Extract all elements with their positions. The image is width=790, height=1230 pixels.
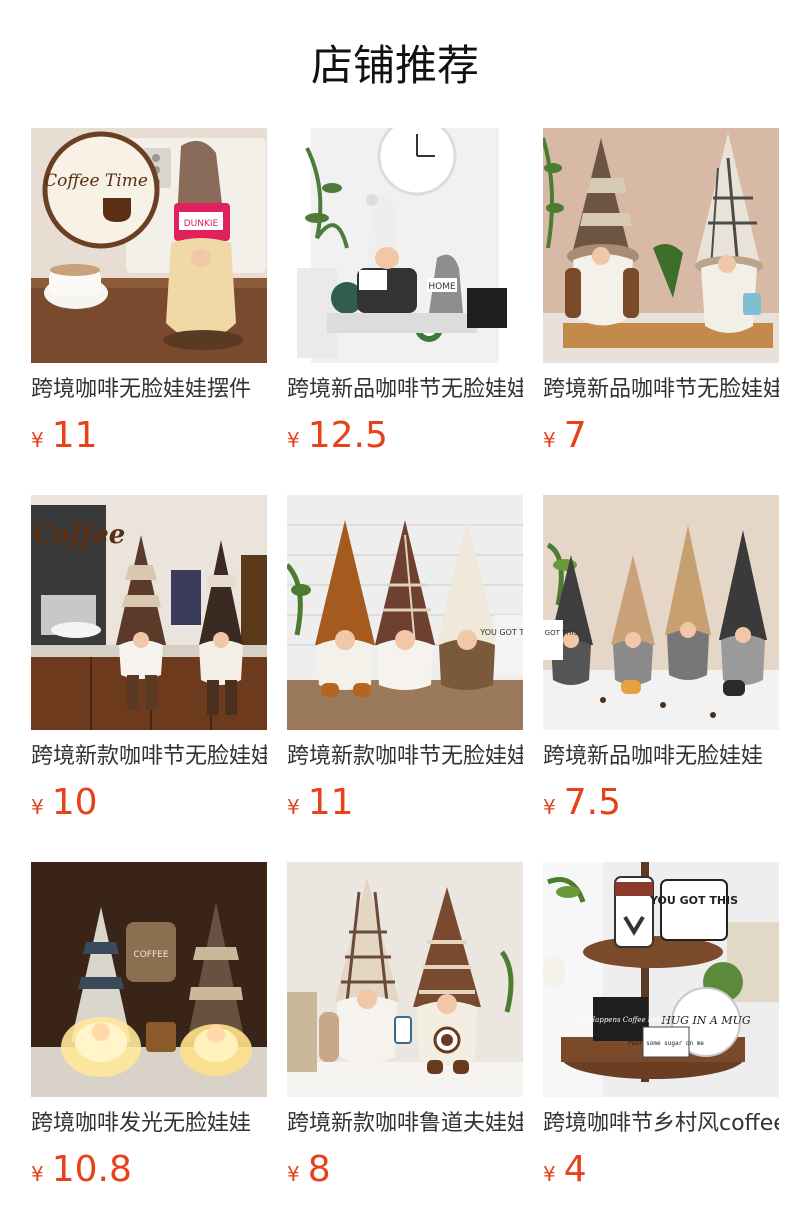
coffee-time-badge-text: Coffee Time <box>44 171 148 191</box>
product-image[interactable] <box>287 862 523 1097</box>
product-image[interactable]: YOU GOT THIS HUG IN A MUG Life Happens C… <box>543 862 779 1097</box>
product-name[interactable]: 跨境新品咖啡无脸娃娃 <box>543 742 779 772</box>
currency-symbol: ¥ <box>287 795 300 819</box>
price-value: 11 <box>51 415 98 456</box>
product-image[interactable]: COFFEE <box>31 862 267 1097</box>
price-value: 10 <box>51 782 98 823</box>
hug-mug-text: HUG IN A MUG <box>660 1014 751 1027</box>
product-price: ¥10 <box>31 782 98 824</box>
product-name[interactable]: 跨境新款咖啡节无脸娃娃 <box>31 742 267 772</box>
bottle-tag-text: DUNKIE <box>184 219 219 229</box>
currency-symbol: ¥ <box>543 1162 556 1186</box>
currency-symbol: ¥ <box>31 1162 44 1186</box>
mug-text: YOU GOT THIS <box>649 894 738 907</box>
product-price: ¥4 <box>543 1149 587 1191</box>
pour-sugar-text: Pour some sugar on me <box>628 1040 704 1047</box>
product-card[interactable]: DUNKIE Coffee Time 跨境咖啡无脸娃娃摆件 ¥11 <box>31 128 267 458</box>
product-card[interactable]: COFFEE 跨境咖啡发光无脸娃娃 ¥10.8 <box>31 862 267 1192</box>
coffee-badge-text: Coffee <box>33 520 126 550</box>
product-card[interactable]: YOU GOT THIS HUG IN A MUG Life Happens C… <box>543 862 779 1192</box>
product-name[interactable]: 跨境咖啡节乡村风coffee <box>543 1109 779 1139</box>
currency-symbol: ¥ <box>543 795 556 819</box>
product-image[interactable]: YOU GOT THIS <box>287 495 523 730</box>
product-name[interactable]: 跨境咖啡发光无脸娃娃 <box>31 1109 267 1139</box>
page-title: 店铺推荐 <box>310 41 479 90</box>
product-name[interactable]: 跨境新品咖啡节无脸娃娃 <box>287 375 523 405</box>
currency-symbol: ¥ <box>287 428 300 452</box>
product-name[interactable]: 跨境新款咖啡鲁道夫娃娃 <box>287 1109 523 1139</box>
sign-text: YOU GOT THIS <box>543 629 579 637</box>
currency-symbol: ¥ <box>31 428 44 452</box>
price-value: 7.5 <box>563 782 621 823</box>
product-card[interactable]: YOU GOT THIS 跨境新款咖啡节无脸娃娃 ¥11 <box>287 495 523 825</box>
price-value: 4 <box>563 1149 587 1190</box>
product-price: ¥12.5 <box>287 415 388 457</box>
home-tag-text: HOME <box>428 282 456 292</box>
product-name[interactable]: 跨境新品咖啡节无脸娃娃 <box>543 375 779 405</box>
product-image[interactable] <box>543 128 779 363</box>
price-value: 8 <box>307 1149 331 1190</box>
sign-text: YOU GOT THIS <box>479 628 523 637</box>
product-image[interactable]: HOME <box>287 128 523 363</box>
currency-symbol: ¥ <box>543 428 556 452</box>
life-happens-text: Life Happens Coffee helps <box>572 1016 667 1024</box>
product-price: ¥11 <box>31 415 98 457</box>
currency-symbol: ¥ <box>31 795 44 819</box>
product-image[interactable]: YOU GOT THIS <box>543 495 779 730</box>
product-price: ¥11 <box>287 782 354 824</box>
coffee-bag-text: COFFEE <box>133 950 168 960</box>
product-name[interactable]: 跨境咖啡无脸娃娃摆件 <box>31 375 267 405</box>
product-card[interactable]: YOU GOT THIS 跨境新品咖啡无脸娃娃 ¥7.5 <box>543 495 779 825</box>
price-value: 7 <box>563 415 587 456</box>
product-image[interactable]: DUNKIE Coffee Time <box>31 128 267 363</box>
product-card[interactable]: Coffee 跨境新款咖啡节无脸娃娃 ¥10 <box>31 495 267 825</box>
product-price: ¥7.5 <box>543 782 621 824</box>
product-image[interactable]: Coffee <box>31 495 267 730</box>
price-value: 10.8 <box>51 1149 132 1190</box>
price-value: 11 <box>307 782 354 823</box>
product-price: ¥10.8 <box>31 1149 132 1191</box>
product-price: ¥7 <box>543 415 587 457</box>
product-card[interactable]: HOME 跨境新品咖啡节无脸娃娃 ¥12.5 <box>287 128 523 458</box>
product-price: ¥8 <box>287 1149 331 1191</box>
price-value: 12.5 <box>307 415 388 456</box>
currency-symbol: ¥ <box>287 1162 300 1186</box>
product-name[interactable]: 跨境新款咖啡节无脸娃娃 <box>287 742 523 772</box>
product-card[interactable]: 跨境新品咖啡节无脸娃娃 ¥7 <box>543 128 779 458</box>
product-card[interactable]: 跨境新款咖啡鲁道夫娃娃 ¥8 <box>287 862 523 1192</box>
